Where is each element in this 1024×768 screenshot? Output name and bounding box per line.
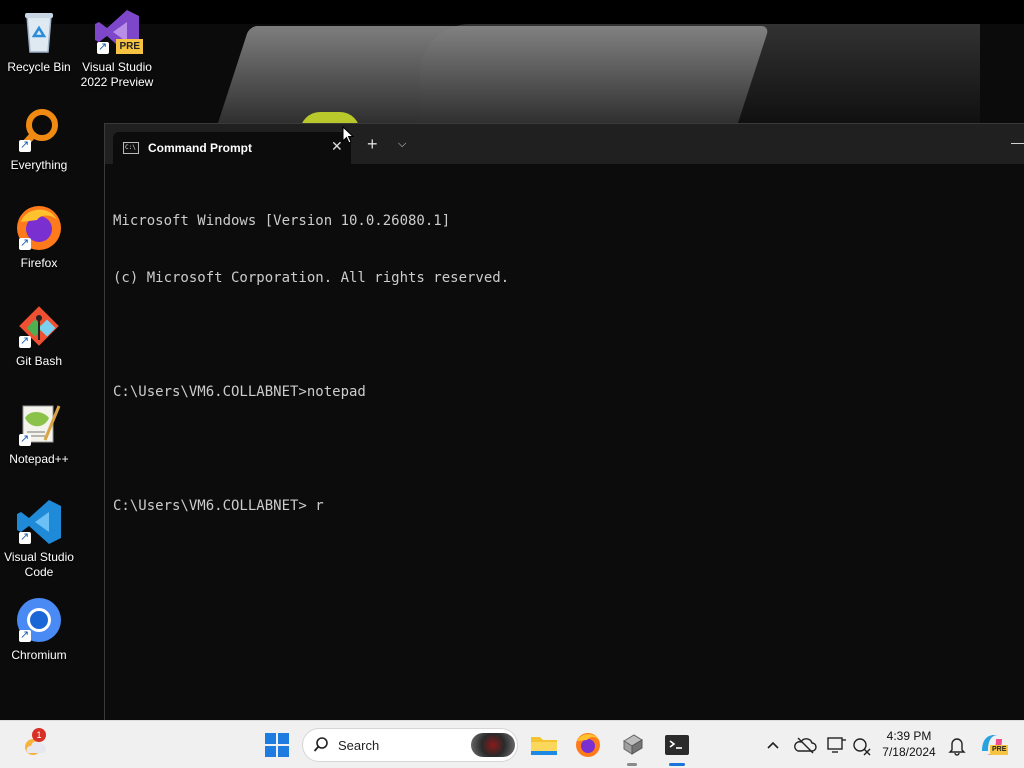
chevron-up-icon bbox=[767, 741, 779, 749]
git-bash-icon bbox=[15, 302, 63, 350]
desktop-icon-label: Visual Studio Code bbox=[4, 550, 74, 579]
console-output[interactable]: Microsoft Windows [Version 10.0.26080.1]… bbox=[113, 174, 509, 554]
tab-command-prompt[interactable]: C:\ Command Prompt ✕ bbox=[113, 132, 351, 164]
chevron-down-icon[interactable]: ⌵ bbox=[398, 138, 406, 151]
firefox-icon bbox=[15, 204, 63, 252]
onedrive-status-button[interactable] bbox=[789, 729, 821, 761]
show-hidden-icons-button[interactable] bbox=[757, 729, 789, 761]
clock-time: 4:39 PM bbox=[886, 729, 932, 743]
desktop-icon-label: Recycle Bin bbox=[7, 60, 71, 74]
terminal-tab-bar[interactable]: C:\ Command Prompt ✕ + ⌵ — bbox=[105, 124, 1024, 164]
terminal-icon bbox=[665, 735, 689, 755]
firefox-icon bbox=[576, 733, 600, 757]
desktop-icon-label: Notepad++ bbox=[9, 452, 69, 466]
desktop-icon-recycle-bin[interactable]: Recycle Bin bbox=[0, 8, 78, 75]
console-input-line[interactable]: C:\Users\VM6.COLLABNET> r bbox=[113, 497, 509, 516]
shortcut-arrow-icon bbox=[19, 236, 31, 251]
windows-logo-icon bbox=[265, 733, 289, 757]
start-button[interactable] bbox=[261, 729, 293, 761]
widgets-button[interactable]: 1 bbox=[20, 728, 52, 761]
taskbar-app-usb-drive[interactable] bbox=[616, 729, 648, 766]
console-line: (c) Microsoft Corporation. All rights re… bbox=[113, 270, 510, 286]
recycle-bin-icon bbox=[15, 8, 63, 56]
cloud-offline-icon bbox=[794, 737, 817, 754]
mouse-pointer-icon bbox=[342, 126, 354, 144]
folder-icon bbox=[531, 737, 557, 755]
clock[interactable]: 4:39 PM 7/18/2024 bbox=[874, 728, 944, 760]
desktop-icon-label: Everything bbox=[10, 158, 68, 172]
desktop-icon-git-bash[interactable]: Git Bash bbox=[0, 302, 78, 369]
everything-search-icon bbox=[15, 106, 63, 154]
taskbar-terminal[interactable] bbox=[661, 729, 693, 766]
search-placeholder: Search bbox=[338, 738, 380, 753]
command-prompt-icon: C:\ bbox=[123, 142, 139, 154]
vscode-icon bbox=[15, 498, 63, 546]
taskbar-search-box[interactable]: Search bbox=[302, 728, 518, 762]
shortcut-arrow-icon bbox=[19, 334, 31, 349]
clock-date: 7/18/2024 bbox=[882, 745, 936, 759]
search-icon bbox=[313, 737, 328, 752]
desktop-icon-notepad-plus-plus[interactable]: Notepad++ bbox=[0, 400, 78, 467]
running-indicator bbox=[627, 763, 637, 766]
minimize-button[interactable]: — bbox=[1011, 134, 1024, 150]
shortcut-arrow-icon bbox=[19, 432, 31, 447]
active-indicator bbox=[669, 763, 685, 766]
console-line: Microsoft Windows [Version 10.0.26080.1] bbox=[113, 213, 451, 229]
shortcut-arrow-icon bbox=[19, 628, 31, 643]
tab-title: Command Prompt bbox=[148, 141, 253, 155]
bell-icon bbox=[948, 738, 966, 756]
desktop-icon-visual-studio-preview[interactable]: PRE Visual Studio 2022 Preview bbox=[78, 8, 156, 90]
close-tab-icon[interactable]: ✕ bbox=[331, 138, 343, 155]
copilot-button[interactable]: PRE bbox=[976, 729, 1009, 761]
taskbar-firefox[interactable] bbox=[572, 729, 604, 761]
desktop-icon-chromium[interactable]: Chromium bbox=[0, 596, 78, 663]
pre-badge: PRE bbox=[990, 745, 1009, 755]
shortcut-arrow-icon bbox=[97, 40, 109, 55]
console-line: ​ bbox=[113, 440, 509, 459]
desktop-icon-label: Git Bash bbox=[15, 354, 63, 368]
taskbar-file-explorer[interactable] bbox=[528, 729, 560, 761]
shortcut-arrow-icon bbox=[19, 530, 31, 545]
new-tab-button[interactable]: + bbox=[367, 135, 378, 153]
usb-drive-icon bbox=[623, 734, 643, 755]
taskbar: 1 Search 4:39 PM 7/18/2024 PRE bbox=[0, 720, 1024, 768]
console-line: C:\Users\VM6.COLLABNET>notepad bbox=[113, 384, 366, 400]
desktop-icon-label: Chromium bbox=[11, 648, 67, 662]
notification-count-badge: 1 bbox=[32, 728, 46, 742]
pre-badge: PRE bbox=[116, 39, 143, 54]
desktop-icon-label: Firefox bbox=[20, 256, 58, 270]
notifications-button[interactable] bbox=[941, 729, 973, 761]
terminal-window[interactable]: C:\ Command Prompt ✕ + ⌵ — Microsoft Win… bbox=[104, 123, 1024, 720]
desktop-icon-vscode[interactable]: Visual Studio Code bbox=[0, 498, 78, 580]
console-line: ​ bbox=[113, 326, 509, 345]
visual-studio-icon: PRE bbox=[93, 8, 143, 56]
desktop-icon-everything[interactable]: Everything bbox=[0, 106, 78, 173]
desktop-icon-firefox[interactable]: Firefox bbox=[0, 204, 78, 271]
shortcut-arrow-icon bbox=[19, 138, 31, 153]
notepad-plus-plus-icon bbox=[15, 400, 63, 448]
desktop-icon-label: Visual Studio 2022 Preview bbox=[80, 60, 154, 89]
chromium-icon bbox=[15, 596, 63, 644]
search-highlight-image bbox=[471, 733, 515, 757]
